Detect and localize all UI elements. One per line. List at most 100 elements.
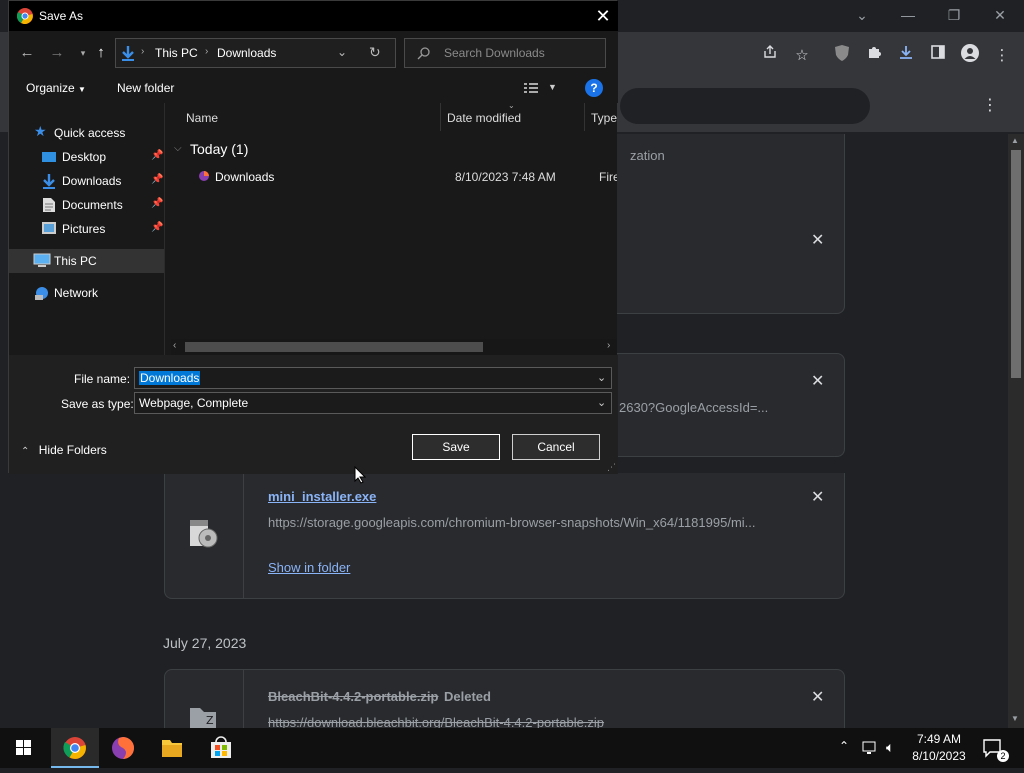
organize-label: Organize xyxy=(26,81,75,95)
download-filename-link[interactable]: mini_installer.exe xyxy=(268,489,376,504)
nav-downloads[interactable]: Downloads 📌 xyxy=(9,169,164,193)
nav-desktop[interactable]: Desktop 📌 xyxy=(9,145,164,169)
download-url: 2630?GoogleAccessId=... xyxy=(619,400,769,415)
address-bar[interactable]: › This PC › Downloads ⌄ ↻ xyxy=(115,38,396,68)
column-divider[interactable] xyxy=(440,103,441,131)
column-header-type[interactable]: Type xyxy=(591,111,617,125)
column-divider[interactable] xyxy=(584,103,585,131)
view-options-chevron-icon[interactable]: ▼ xyxy=(548,82,557,92)
download-card xyxy=(164,473,845,599)
column-header-date-modified[interactable]: Date modified xyxy=(447,111,521,125)
share-icon[interactable] xyxy=(758,44,782,68)
taskbar-store[interactable] xyxy=(197,728,245,768)
save-as-type-chevron-icon[interactable]: ⌄ xyxy=(597,396,606,409)
page-scrollbar-thumb[interactable] xyxy=(1011,150,1021,378)
save-button[interactable]: Save xyxy=(412,434,500,460)
network-icon xyxy=(33,285,49,301)
firefox-file-icon xyxy=(198,169,212,183)
recent-locations-chevron-icon[interactable]: ▾ xyxy=(73,43,93,63)
taskbar-time[interactable]: 7:49 AM xyxy=(914,732,964,746)
save-as-type-value: Webpage, Complete xyxy=(139,396,249,410)
minimize-button[interactable]: — xyxy=(894,4,922,26)
restore-button[interactable]: ❐ xyxy=(940,4,968,26)
back-arrow-icon[interactable]: ← xyxy=(17,43,37,63)
scroll-up-arrow-icon[interactable]: ▲ xyxy=(1011,136,1019,145)
extensions-puzzle-icon[interactable] xyxy=(862,44,886,68)
new-folder-button[interactable]: New folder xyxy=(117,81,174,95)
file-name-combobox[interactable]: Downloads ⌄ xyxy=(134,367,612,389)
taskbar-firefox[interactable] xyxy=(99,728,147,768)
forward-arrow-icon[interactable]: → xyxy=(47,43,67,63)
search-downloads-input[interactable]: Search Downloads xyxy=(404,38,606,68)
nav-this-pc[interactable]: This PC xyxy=(9,249,164,273)
file-name-dropdown-chevron-icon[interactable]: ⌄ xyxy=(597,371,606,384)
help-icon[interactable]: ? xyxy=(585,79,603,97)
bookmark-star-icon[interactable]: ☆ xyxy=(790,44,814,68)
search-placeholder: Search Downloads xyxy=(444,46,545,60)
file-type: Firefo xyxy=(599,170,617,184)
mouse-cursor-icon xyxy=(354,465,367,484)
windows-taskbar: ⌃ 🔈︎ 7:49 AM 8/10/2023 2 xyxy=(0,728,1024,768)
nav-network[interactable]: Network xyxy=(9,281,164,305)
taskbar-chrome[interactable] xyxy=(51,728,99,768)
card-divider xyxy=(243,473,244,599)
show-in-folder-link[interactable]: Show in folder xyxy=(268,560,350,575)
address-dropdown-chevron-icon[interactable]: ⌄ xyxy=(337,45,347,59)
downloads-search-input[interactable] xyxy=(620,88,870,124)
save-as-dialog: Save As ✕ ← → ▾ ↑ › This PC › Downloads … xyxy=(8,0,618,474)
nav-label: Documents xyxy=(62,198,123,212)
nav-pictures[interactable]: Pictures 📌 xyxy=(9,217,164,241)
taskbar-date[interactable]: 8/10/2023 xyxy=(912,749,966,763)
remove-download-icon[interactable]: ✕ xyxy=(811,687,824,707)
dialog-close-button[interactable]: ✕ xyxy=(591,5,615,27)
breadcrumb-this-pc[interactable]: This PC xyxy=(155,46,198,60)
file-row[interactable]: Downloads 8/10/2023 7:48 AM Firefo xyxy=(184,166,617,188)
ublock-extension-icon[interactable] xyxy=(830,44,854,68)
nav-quick-access[interactable]: ★ Quick access xyxy=(9,121,164,145)
breadcrumb-separator-icon: › xyxy=(141,46,145,57)
hide-folders-button[interactable]: ⌃ Hide Folders xyxy=(21,443,107,457)
dialog-titlebar: Save As ✕ xyxy=(9,1,618,31)
column-header-name[interactable]: Name xyxy=(186,111,218,125)
hide-folders-label: Hide Folders xyxy=(38,443,107,457)
scroll-down-arrow-icon[interactable]: ▼ xyxy=(1011,714,1019,723)
nav-label: Desktop xyxy=(62,150,107,164)
remove-download-icon[interactable]: ✕ xyxy=(811,487,824,507)
pictures-icon xyxy=(41,221,57,237)
file-name-label: File name: xyxy=(74,372,131,386)
taskbar-file-explorer[interactable] xyxy=(148,728,196,768)
volume-icon[interactable]: 🔈︎ xyxy=(886,739,894,756)
computer-icon xyxy=(33,253,51,269)
up-folder-arrow-icon[interactable]: ↑ xyxy=(91,43,111,63)
date-group-heading: July 27, 2023 xyxy=(163,635,247,651)
command-bar: Organize ▼ New folder ▼ ? xyxy=(9,73,618,103)
start-button[interactable] xyxy=(0,728,48,768)
refresh-icon[interactable]: ↻ xyxy=(369,44,381,61)
chrome-menu-icon[interactable]: ⋮ xyxy=(990,44,1014,68)
remove-download-icon[interactable]: ✕ xyxy=(811,371,824,391)
breadcrumb-downloads[interactable]: Downloads xyxy=(217,46,276,60)
tab-search-icon[interactable]: ⌄ xyxy=(848,4,876,26)
side-panel-icon[interactable] xyxy=(926,44,950,68)
cancel-button[interactable]: Cancel xyxy=(512,434,600,460)
nav-label: This PC xyxy=(54,254,97,268)
show-hidden-icons-chevron-icon[interactable]: ⌃ xyxy=(839,739,849,753)
resize-grip-icon[interactable]: ⋰ xyxy=(607,462,616,473)
remove-download-icon[interactable]: ✕ xyxy=(811,230,824,250)
view-list-icon[interactable] xyxy=(523,81,539,95)
group-header-today[interactable]: Today (1) xyxy=(190,141,248,157)
download-icon[interactable] xyxy=(894,44,918,68)
organize-menu-button[interactable]: Organize ▼ xyxy=(26,81,86,95)
scroll-left-arrow-icon[interactable]: ‹ xyxy=(173,340,176,351)
scroll-right-arrow-icon[interactable]: › xyxy=(607,340,610,351)
profile-avatar-icon[interactable] xyxy=(958,44,982,68)
group-collapse-chevron-icon[interactable]: ⌵ xyxy=(174,143,182,154)
network-tray-icon[interactable] xyxy=(862,740,880,756)
nav-documents[interactable]: Documents 📌 xyxy=(9,193,164,217)
horizontal-scrollbar-thumb[interactable] xyxy=(185,342,483,352)
downloads-more-icon[interactable]: ⋮ xyxy=(978,94,1002,118)
file-name-input[interactable]: Downloads xyxy=(139,371,201,385)
close-window-button[interactable]: ✕ xyxy=(986,4,1014,26)
navigation-pane: ★ Quick access Desktop 📌 Downloads 📌 Doc… xyxy=(9,103,165,355)
save-as-type-select[interactable]: Webpage, Complete ⌄ xyxy=(134,392,612,414)
